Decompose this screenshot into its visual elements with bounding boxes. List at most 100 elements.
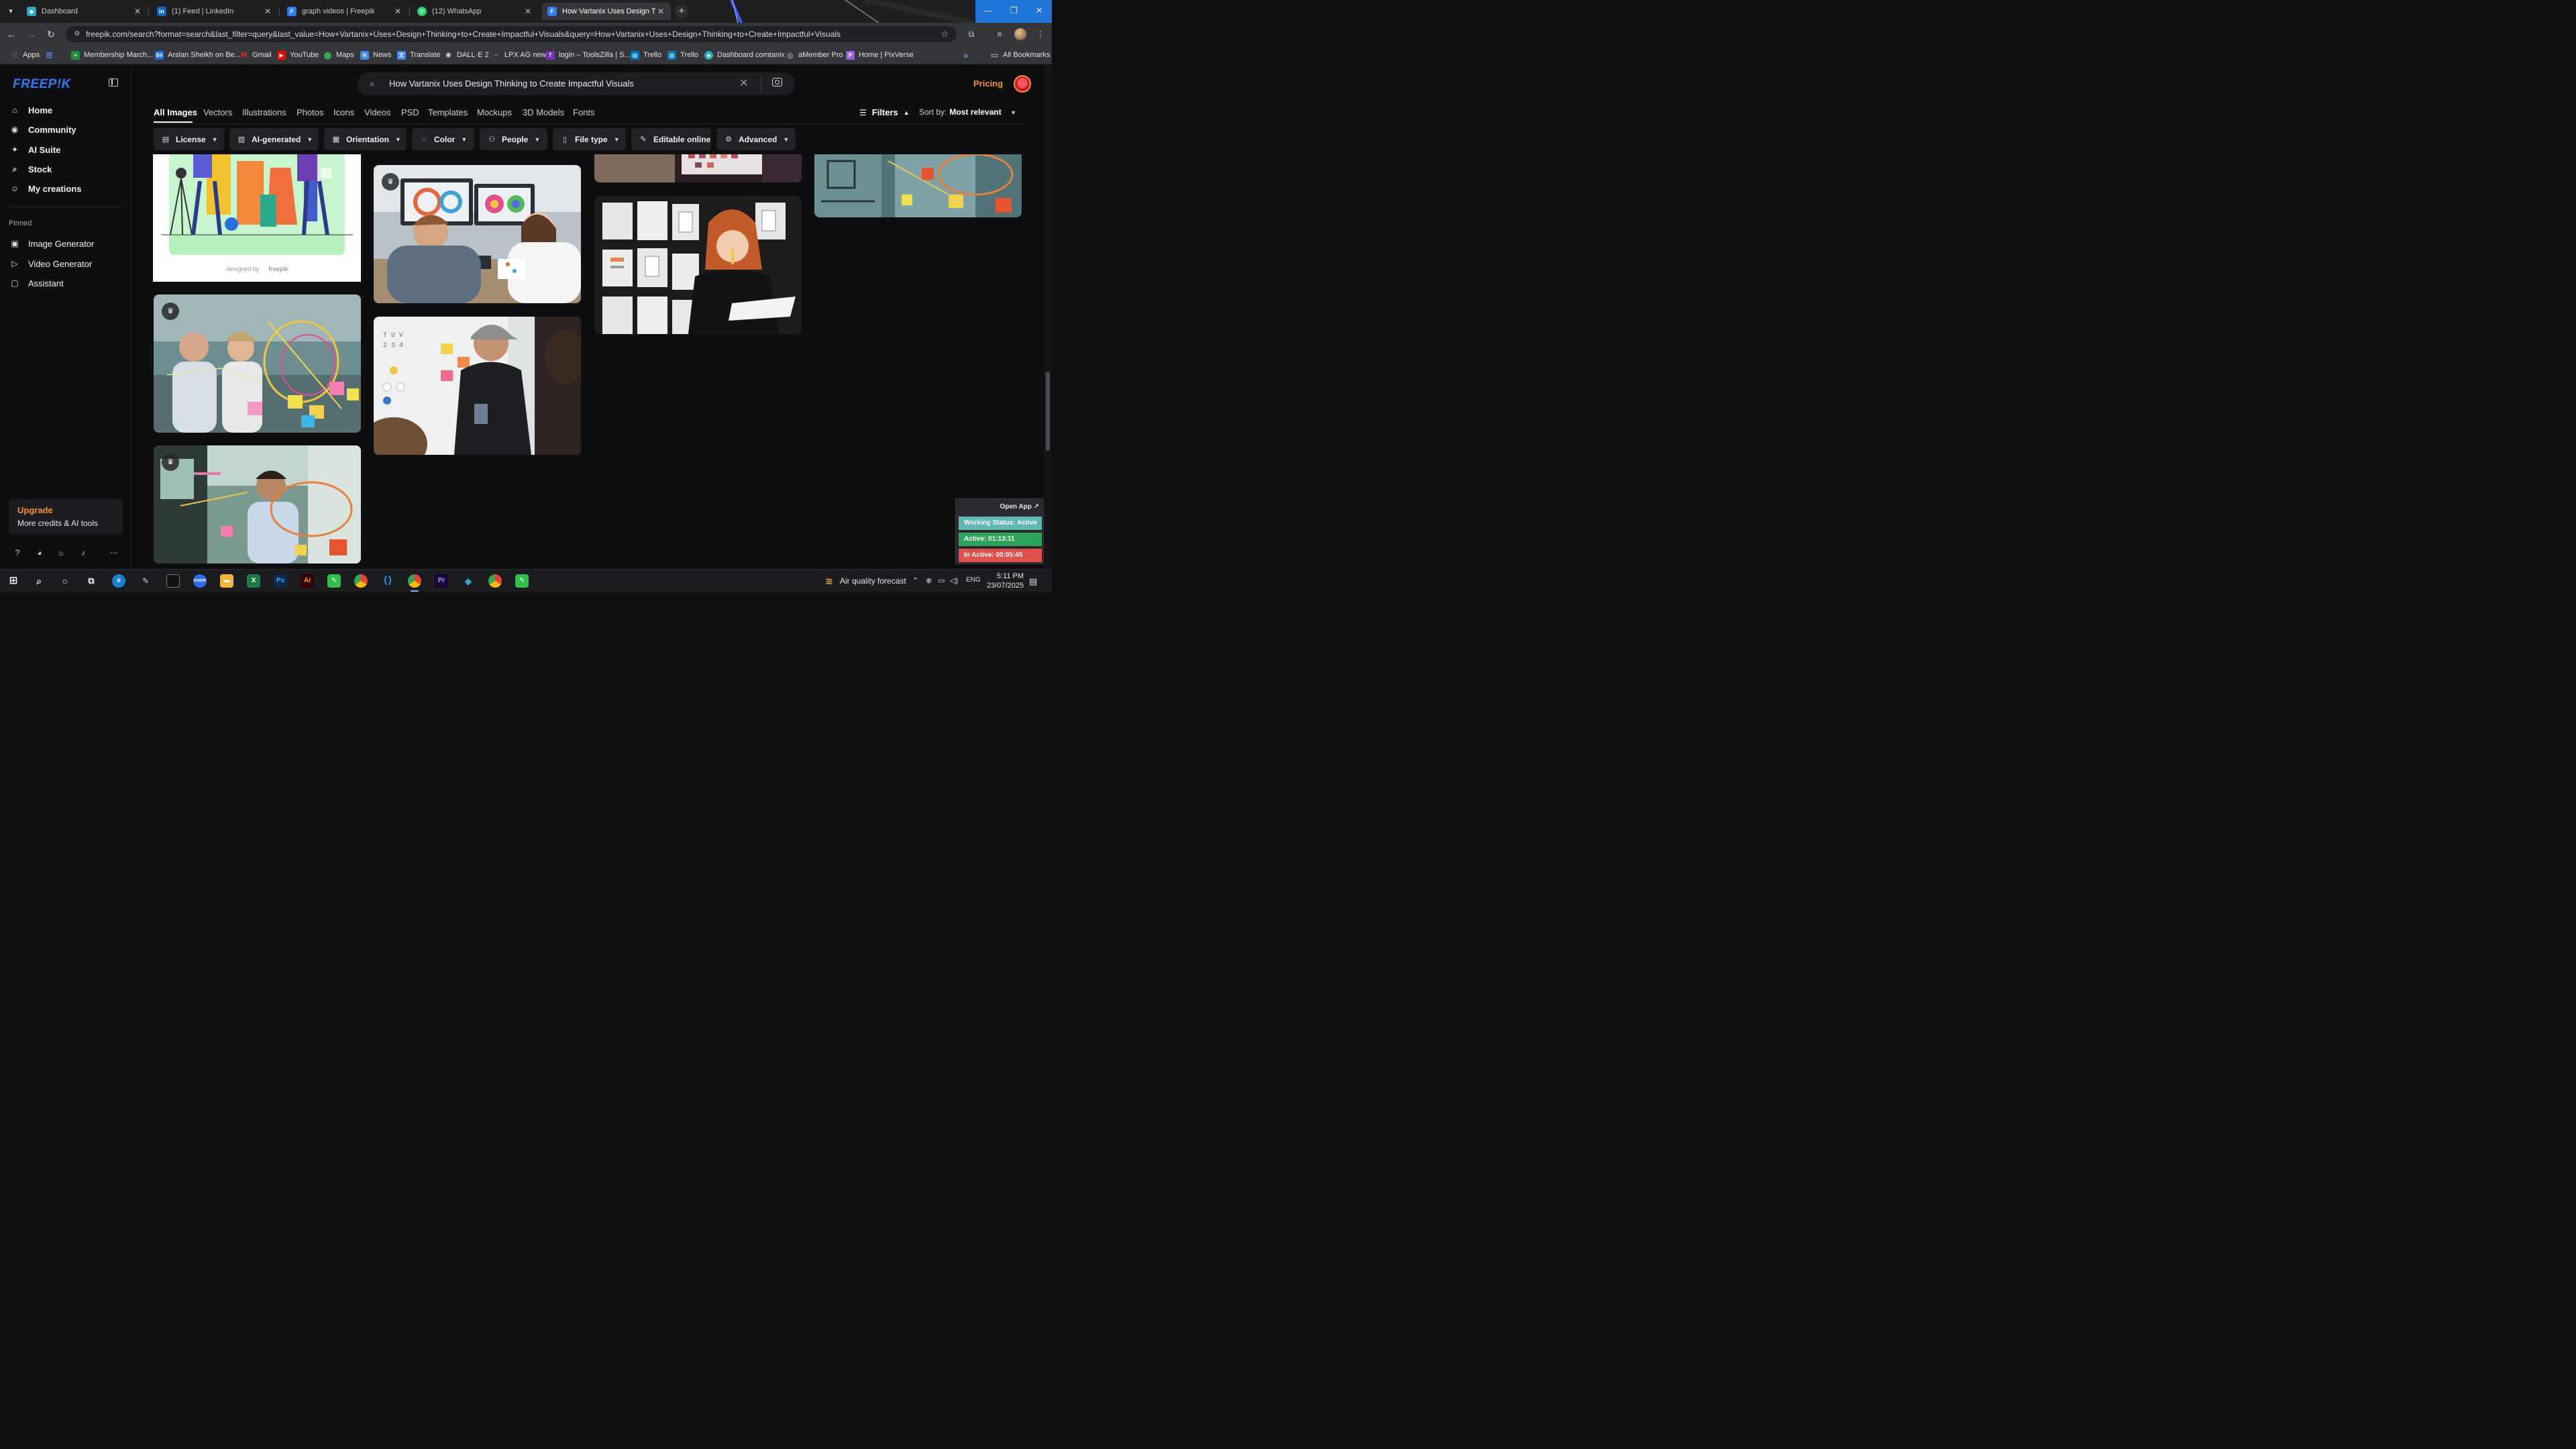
show-hidden-icons-chevron-icon[interactable]: ⌃	[912, 576, 918, 585]
tab-templates[interactable]: Templates	[428, 107, 468, 117]
close-tab-icon[interactable]: ✕	[133, 7, 142, 16]
open-app-link[interactable]: Open App ↗	[1000, 503, 1039, 511]
bookmark-youtube[interactable]: ▶ YouTube	[277, 50, 319, 60]
back-arrow-icon[interactable]: ←	[5, 28, 17, 40]
tab-psd[interactable]: PSD	[401, 107, 419, 117]
chrome-icon[interactable]	[354, 574, 368, 588]
bookmark-gmail[interactable]: M Gmail	[239, 50, 272, 60]
window-restore-button[interactable]: ❐	[1001, 0, 1026, 23]
result-card-man-thinking[interactable]: ♛	[154, 445, 361, 564]
new-tab-button[interactable]: +	[675, 5, 688, 18]
tab-icons[interactable]: Icons	[333, 107, 354, 117]
url-text[interactable]: freepik.com/search?format=search&last_fi…	[86, 30, 931, 39]
browser-tab-linkedin[interactable]: in (1) Feed | LinkedIn ✕	[152, 3, 278, 20]
site-info-icon[interactable]: ⚙	[72, 30, 82, 39]
filter-people[interactable]: ⚇ People ▼	[480, 128, 547, 150]
close-tab-icon[interactable]: ✕	[393, 7, 402, 16]
bookmark-dalle[interactable]: ✺ DALL·E 2	[444, 50, 489, 60]
sidebar-item-my-creations[interactable]: ☺ My creations	[9, 180, 123, 197]
air-quality-label[interactable]: Air quality forecast	[840, 576, 906, 586]
more-bookmarks-chevron-icon[interactable]: »	[963, 50, 968, 60]
more-options-icon[interactable]: ⋯	[109, 547, 119, 558]
page-scrollbar[interactable]	[1044, 64, 1052, 569]
collapse-sidebar-icon[interactable]	[109, 78, 118, 87]
browser-tab-dashboard[interactable]: ◆ Dashboard ✕	[21, 3, 148, 20]
camera-search-icon[interactable]	[772, 78, 782, 87]
browser-tab-active[interactable]: F How Vartanix Uses Design Thinking ✕	[542, 3, 671, 20]
zoom-icon[interactable]: zoom	[193, 574, 207, 588]
bookmark-amember[interactable]: ◎ aMember Pro	[786, 50, 843, 60]
all-bookmarks-folder[interactable]: ▭ All Bookmarks	[990, 50, 1050, 60]
result-card-glass-sticky-notes[interactable]	[814, 154, 1022, 217]
chrome-profile-icon[interactable]	[488, 574, 502, 588]
blue-diamond-app-icon[interactable]: ◆	[462, 574, 475, 588]
bookmark-membership[interactable]: + Membership March...	[71, 50, 153, 60]
clear-search-icon[interactable]: ✕	[739, 76, 748, 90]
browser-menu-icon[interactable]: ⋮	[1035, 29, 1046, 40]
tab-vectors[interactable]: Vectors	[203, 107, 232, 117]
tab-3d-models[interactable]: 3D Models	[523, 107, 564, 117]
theme-sun-icon[interactable]: ☼	[56, 547, 66, 558]
clock-time[interactable]: 5:11 PM	[990, 572, 1024, 580]
windows-start-icon[interactable]: ⊞	[7, 574, 20, 588]
illustrator-icon[interactable]: Ai	[301, 574, 314, 588]
filter-editable-online[interactable]: ✎ Editable online	[631, 128, 711, 150]
result-card-color-palette-team[interactable]: ♛	[374, 165, 581, 303]
forward-arrow-icon[interactable]: →	[25, 28, 38, 40]
tab-mockups[interactable]: Mockups	[477, 107, 512, 117]
bookmark-dashboard-comtanix[interactable]: ◆ Dashboard comtanix	[704, 50, 785, 60]
pricing-link[interactable]: Pricing	[973, 78, 1003, 89]
edge-icon[interactable]: e	[112, 574, 125, 588]
tab-fonts[interactable]: Fonts	[573, 107, 595, 117]
address-bar[interactable]: ⚙ freepik.com/search?format=search&last_…	[66, 26, 957, 42]
clock-date[interactable]: 23/07/2025	[985, 582, 1024, 590]
tab-photos[interactable]: Photos	[297, 107, 323, 117]
sidebar-item-image-generator[interactable]: ▣ Image Generator	[9, 235, 123, 252]
bookmark-grid[interactable]: ⊞	[45, 50, 58, 60]
help-icon[interactable]: ?	[12, 547, 23, 558]
sidebar-item-community[interactable]: ◉ Community	[9, 121, 123, 138]
filter-color[interactable]: ◌ Color ▼	[412, 128, 474, 150]
air-quality-icon[interactable]: ≋	[822, 574, 836, 588]
bookmark-star-icon[interactable]: ☆	[941, 29, 949, 40]
volume-icon[interactable]: ◁)	[950, 576, 958, 585]
browser-tab-whatsapp[interactable]: ✆ (12) WhatsApp ✕	[412, 3, 538, 20]
filter-license[interactable]: ▤ License ▼	[154, 128, 224, 150]
result-card-idea-illustration[interactable]: designed by freepik	[153, 154, 361, 282]
bookmark-pixverse[interactable]: P Home | PixVerse	[846, 50, 914, 60]
bookmark-news[interactable]: N News	[360, 50, 392, 60]
close-tab-icon[interactable]: ✕	[263, 7, 272, 16]
file-explorer-icon[interactable]: ▬	[220, 574, 233, 588]
search-bar[interactable]: ⌕ How Vartanix Uses Design Thinking to C…	[358, 72, 795, 95]
media-controls-icon[interactable]: ≡	[994, 29, 1005, 40]
filters-toggle-button[interactable]: ☰ Filters ▲	[859, 107, 910, 117]
notification-center-icon[interactable]: ▤	[1029, 576, 1037, 587]
upgrade-card[interactable]: Upgrade More credits & AI tools	[9, 499, 123, 534]
user-avatar[interactable]	[1014, 75, 1031, 93]
bookmark-apps[interactable]: ⁙ Apps	[10, 50, 40, 60]
bookmark-trello-1[interactable]: ▥ Trello	[631, 50, 661, 60]
browser-profile-avatar[interactable]	[1014, 28, 1026, 40]
scrollbar-thumb[interactable]	[1046, 372, 1050, 451]
browser-tab-freepik-graph[interactable]: F graph videos | Freepik ✕	[282, 3, 408, 20]
green-app-2-icon[interactable]: ✎	[515, 574, 529, 588]
cortana-circle-icon[interactable]: ○	[58, 574, 72, 588]
sidebar-item-home[interactable]: ⌂ Home	[9, 101, 123, 119]
result-card-wireframe-designer[interactable]	[594, 196, 802, 334]
window-close-button[interactable]: ✕	[1026, 0, 1052, 23]
vscode-icon[interactable]: ⟨⟩	[381, 574, 394, 588]
green-app-icon[interactable]: ✎	[327, 574, 341, 588]
tab-illustrations[interactable]: Illustrations	[242, 107, 286, 117]
sidebar-item-ai-suite[interactable]: ✦ AI Suite	[9, 141, 123, 158]
terminal-icon[interactable]	[166, 574, 180, 588]
notifications-bell-icon[interactable]: ♪	[78, 547, 89, 558]
meet-now-icon[interactable]: ⊕	[926, 576, 932, 585]
close-tab-icon[interactable]: ✕	[523, 7, 533, 16]
bookmark-lpx[interactable]: – LPX AG new	[492, 50, 546, 60]
sidebar-item-stock[interactable]: ⌕ Stock	[9, 160, 123, 178]
pen-tool-icon[interactable]: ✎	[139, 574, 152, 588]
filter-orientation[interactable]: ▦ Orientation ▼	[324, 128, 407, 150]
tab-all-images[interactable]: All Images	[154, 107, 197, 117]
sidebar-item-assistant[interactable]: ▢ Assistant	[9, 274, 123, 292]
window-minimize-button[interactable]: —	[975, 0, 1001, 23]
